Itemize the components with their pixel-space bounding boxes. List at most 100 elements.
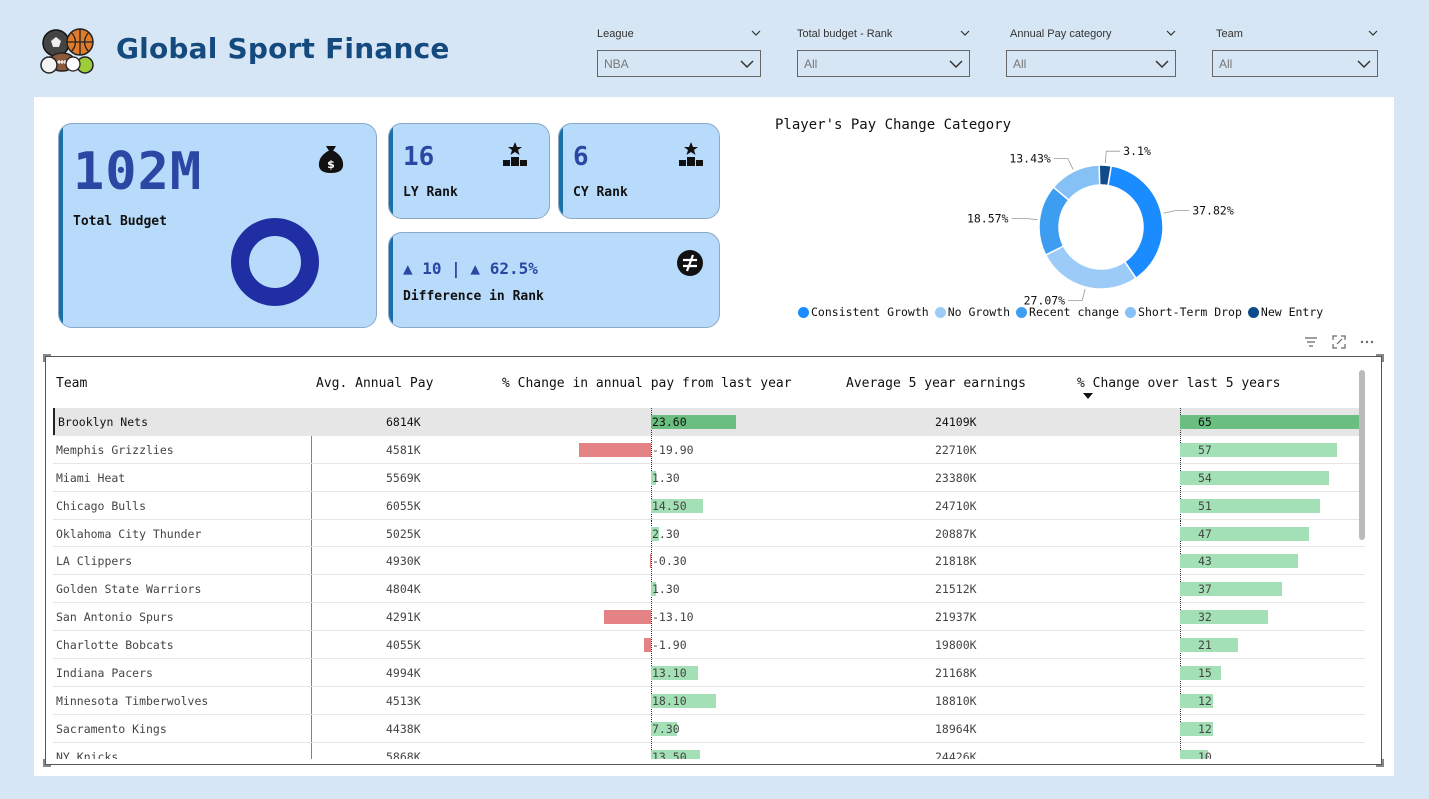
- table-body: Brooklyn Nets 6814K 23.60 24109K 65 Memphis G…: [53, 408, 1365, 759]
- more-options-icon[interactable]: [1360, 335, 1374, 349]
- five-year-change-value: 65: [1198, 415, 1212, 429]
- pay-change-donut-chart[interactable]: 37.82%27.07%18.57%13.43%3.1%: [775, 137, 1375, 327]
- cy-rank-label: CY Rank: [573, 185, 628, 200]
- leader-line: [1163, 210, 1190, 214]
- visual-toolbar: [1304, 335, 1374, 349]
- column-header-avg-pay[interactable]: Avg. Annual Pay: [316, 376, 433, 391]
- cy-rank-value: 6: [573, 142, 589, 172]
- donut-data-label: 37.82%: [1192, 204, 1234, 218]
- budget-rank-dropdown[interactable]: All: [797, 50, 970, 77]
- donut-slice-no-growth[interactable]: [1044, 244, 1138, 290]
- donut-slice-recent-change[interactable]: [1038, 186, 1070, 257]
- avg-pay-cell: 4438K: [386, 721, 421, 736]
- pay-change-bar: [644, 638, 651, 653]
- focus-mode-icon[interactable]: [1332, 335, 1346, 349]
- pay-change-value: 2.30: [652, 526, 680, 541]
- avg-pay-cell: 5868K: [386, 749, 421, 759]
- table-row[interactable]: NY Knicks 5868K 13.50 24426K 10: [53, 742, 1365, 759]
- pay-change-bar: [603, 610, 651, 625]
- ly-rank-card[interactable]: 16 LY Rank: [388, 123, 550, 219]
- pay-change-value: -1.90: [652, 638, 687, 653]
- league-dropdown[interactable]: NBA: [597, 50, 761, 77]
- avg-5yr-cell: 19800K: [935, 638, 977, 653]
- league-slicer[interactable]: League NBA: [597, 26, 761, 77]
- five-year-change-value: 32: [1198, 610, 1212, 625]
- dropdown-caret-icon: [740, 60, 754, 69]
- team-dropdown[interactable]: All: [1212, 50, 1378, 77]
- legend-item[interactable]: Short-Term Drop: [1125, 305, 1242, 319]
- five-year-change-value: 47: [1198, 526, 1212, 541]
- team-dropdown-value: All: [1219, 57, 1233, 71]
- pay-category-dropdown[interactable]: All: [1006, 50, 1176, 77]
- pay-change-value: 1.30: [652, 582, 680, 597]
- leader-line: [1053, 158, 1074, 170]
- sports-balls-icon: [40, 28, 94, 74]
- table-row[interactable]: Memphis Grizzlies 4581K -19.90 22710K 57: [53, 435, 1365, 464]
- avg-5yr-cell: 21818K: [935, 554, 977, 569]
- table-row[interactable]: Golden State Warriors 4804K 1.30 21512K 37: [53, 575, 1365, 604]
- avg-5yr-cell: 24710K: [935, 498, 977, 513]
- five-year-change-value: 43: [1198, 554, 1212, 569]
- column-header-avg-5yr[interactable]: Average 5 year earnings: [846, 376, 1026, 391]
- chevron-down-icon[interactable]: [960, 28, 970, 38]
- sort-descending-icon[interactable]: [1083, 393, 1093, 399]
- five-year-change-value: 54: [1198, 470, 1212, 485]
- table-row[interactable]: Chicago Bulls 6055K 14.50 24710K 51: [53, 491, 1365, 520]
- table-row[interactable]: LA Clippers 4930K -0.30 21818K 43: [53, 547, 1365, 576]
- column-header-5yr-change[interactable]: % Change over last 5 years: [1077, 376, 1281, 391]
- rank-difference-card[interactable]: ▲ 10 | ▲ 62.5% Difference in Rank: [388, 232, 720, 328]
- legend-item[interactable]: Consistent Growth: [798, 305, 929, 319]
- table-row[interactable]: Miami Heat 5569K 1.30 23380K 54: [53, 463, 1365, 492]
- column-header-pay-change[interactable]: % Change in annual pay from last year: [502, 376, 792, 391]
- legend-item[interactable]: No Growth: [934, 305, 1010, 319]
- team-slicer[interactable]: Team All: [1212, 26, 1378, 77]
- chevron-down-icon[interactable]: [751, 28, 761, 38]
- table-row[interactable]: Sacramento Kings 4438K 7.30 18964K 12: [53, 714, 1365, 743]
- legend-label: Recent change: [1029, 305, 1120, 319]
- table-row[interactable]: San Antonio Spurs 4291K -13.10 21937K 32: [53, 603, 1365, 632]
- pay-change-value: 23.60: [652, 415, 687, 429]
- pay-change-value: -13.10: [652, 610, 694, 625]
- table-row[interactable]: Minnesota Timberwolves 4513K 18.10 18810K 12: [53, 686, 1365, 715]
- avg-5yr-cell: 24426K: [935, 749, 977, 759]
- chevron-down-icon[interactable]: [1166, 28, 1176, 38]
- legend-item[interactable]: New Entry: [1247, 305, 1323, 319]
- team-pay-table[interactable]: Team Avg. Annual Pay % Change in annual …: [43, 354, 1384, 767]
- five-year-change-value: 15: [1198, 666, 1212, 681]
- dropdown-caret-icon: [1155, 60, 1169, 69]
- budget-rank-slicer[interactable]: Total budget - Rank All: [797, 26, 970, 77]
- total-budget-label: Total Budget: [73, 214, 167, 229]
- table-row[interactable]: Indiana Pacers 4994K 13.10 21168K 15: [53, 659, 1365, 687]
- pay-category-slicer-label: Annual Pay category: [1010, 28, 1112, 40]
- pay-change-value: 7.30: [652, 721, 680, 736]
- avg-5yr-cell: 21512K: [935, 582, 977, 597]
- not-equal-icon: [677, 250, 703, 276]
- chart-title: Player's Pay Change Category: [775, 117, 1012, 133]
- filter-icon[interactable]: [1304, 335, 1318, 349]
- podium-icon: [503, 142, 527, 166]
- team-name-cell: Minnesota Timberwolves: [56, 693, 209, 708]
- pay-category-slicer[interactable]: Annual Pay category All: [1006, 26, 1176, 77]
- team-name-cell: LA Clippers: [56, 554, 133, 569]
- total-budget-card[interactable]: 102M Total Budget $: [58, 123, 377, 328]
- cy-rank-card[interactable]: 6 CY Rank: [558, 123, 720, 219]
- vertical-scrollbar[interactable]: [1359, 370, 1365, 540]
- column-header-team[interactable]: Team: [56, 376, 87, 391]
- avg-5yr-cell: 24109K: [935, 415, 977, 429]
- avg-5yr-cell: 21168K: [935, 666, 977, 681]
- avg-pay-cell: 6814K: [386, 415, 421, 429]
- table-row[interactable]: Charlotte Bobcats 4055K -1.90 19800K 21: [53, 631, 1365, 660]
- total-budget-value: 102M: [73, 142, 203, 202]
- five-year-change-value: 37: [1198, 582, 1212, 597]
- donut-data-label: 18.57%: [967, 211, 1009, 225]
- pay-change-value: -0.30: [652, 554, 687, 569]
- table-row[interactable]: Oklahoma City Thunder 5025K 2.30 20887K 47: [53, 519, 1365, 548]
- team-name-cell: San Antonio Spurs: [56, 610, 174, 625]
- pay-change-value: 13.50: [652, 749, 687, 759]
- five-year-change-value: 12: [1198, 721, 1212, 736]
- donut-slice-consistent-growth[interactable]: [1107, 164, 1164, 280]
- pay-change-bar: [649, 554, 651, 569]
- table-row[interactable]: Brooklyn Nets 6814K 23.60 24109K 65: [53, 408, 1365, 436]
- legend-item[interactable]: Recent change: [1016, 305, 1119, 319]
- chevron-down-icon[interactable]: [1368, 28, 1378, 38]
